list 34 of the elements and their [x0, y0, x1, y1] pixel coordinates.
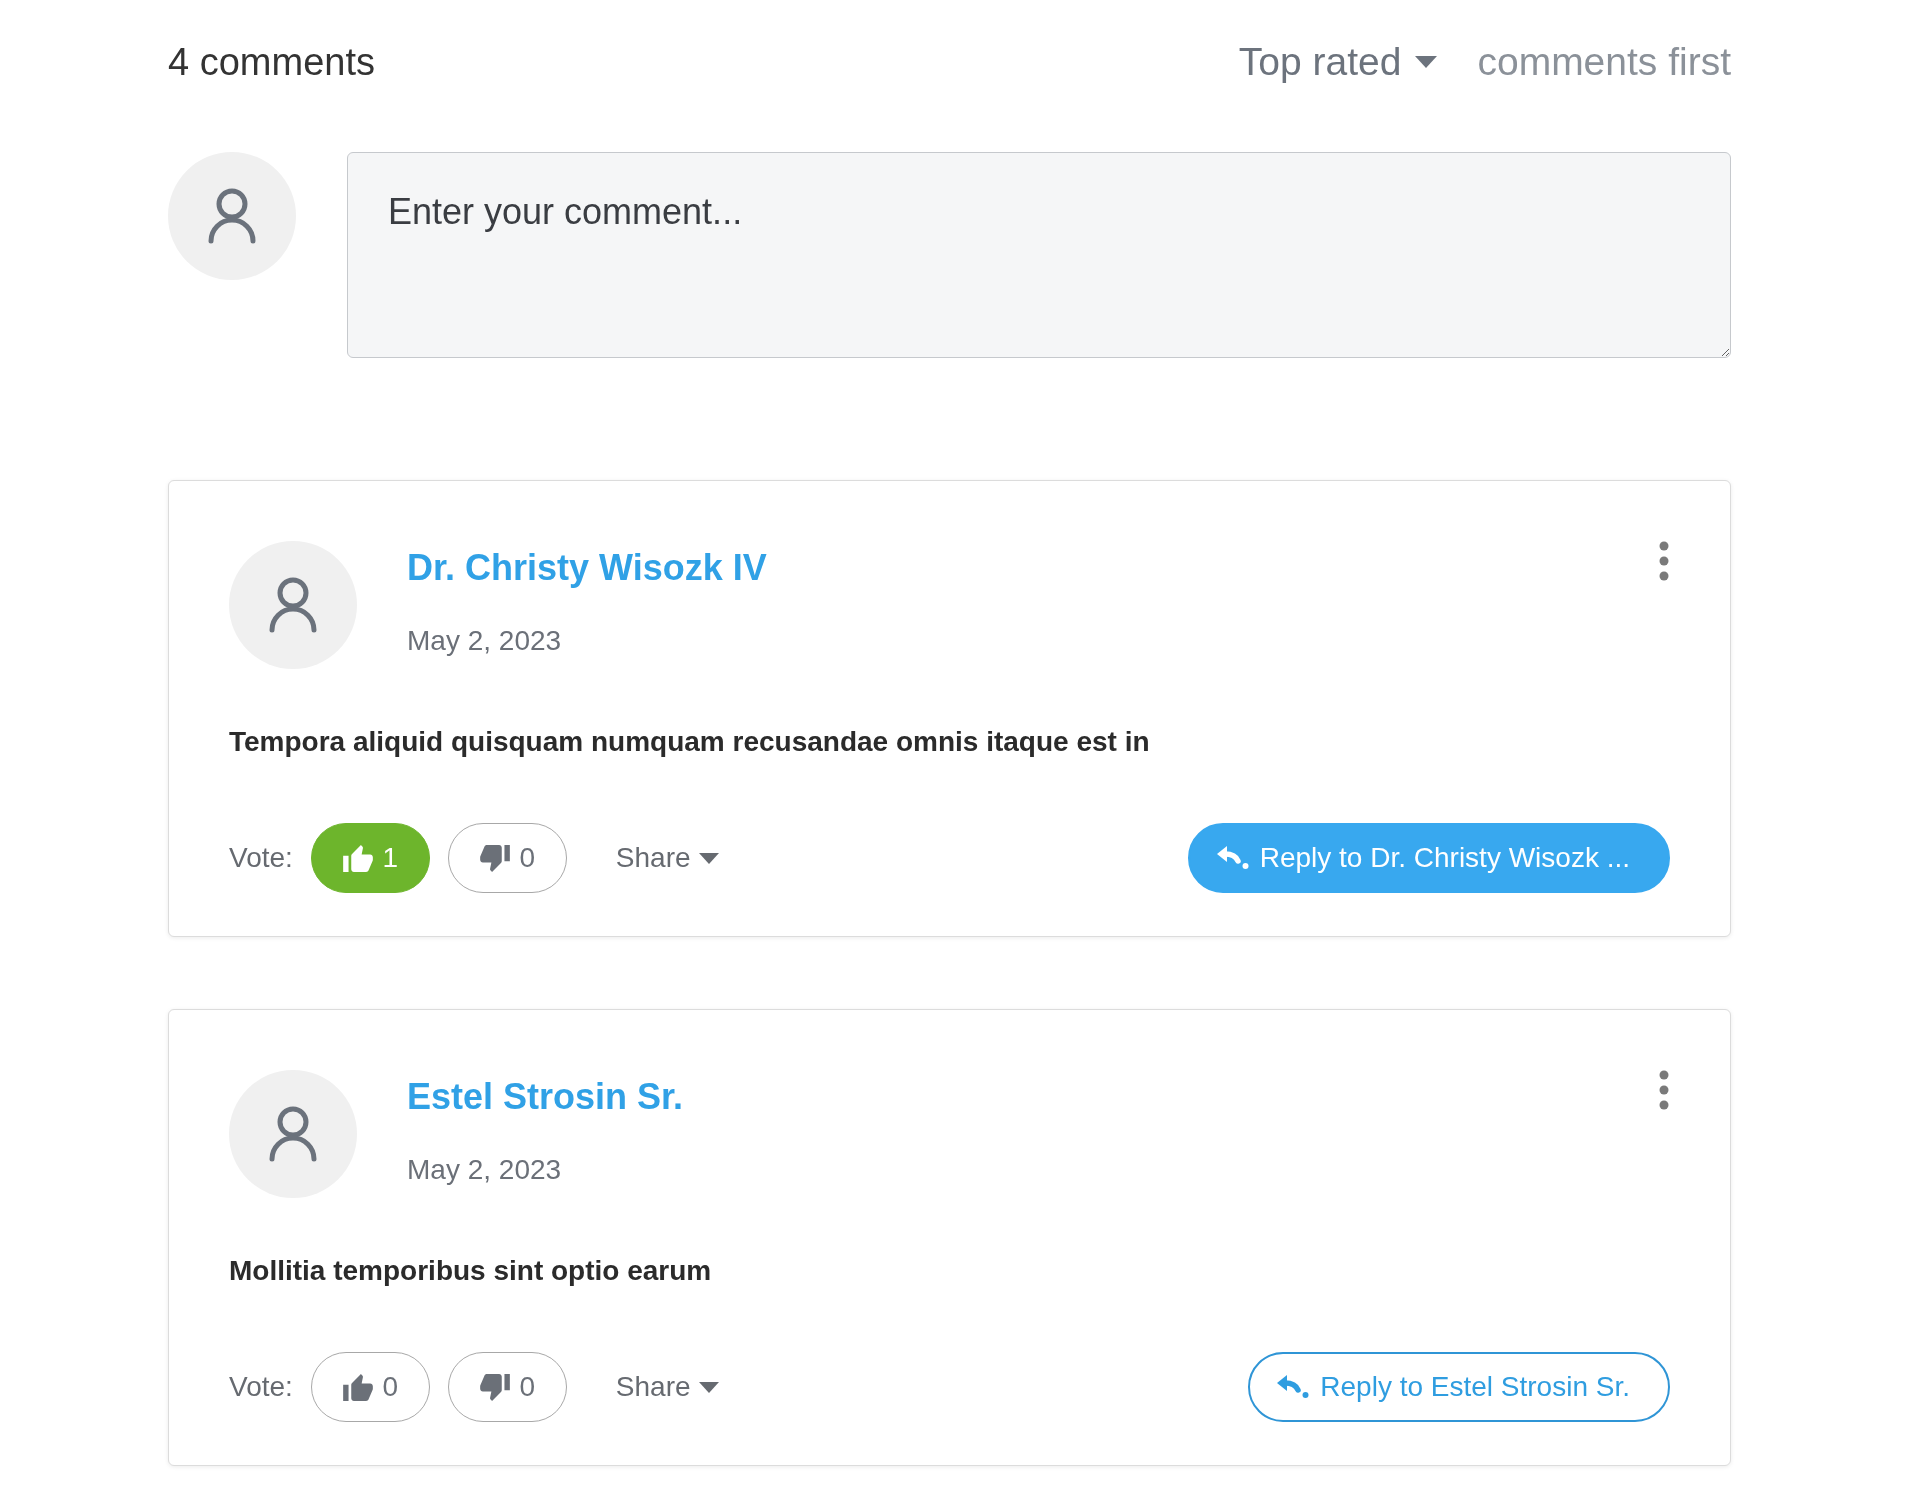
caret-icon [698, 852, 719, 864]
user-avatar-icon [168, 152, 296, 280]
vote-label: Vote: [229, 842, 293, 874]
more-options-icon[interactable] [1658, 541, 1670, 581]
user-avatar-icon [229, 1070, 357, 1198]
caret-icon [1415, 56, 1438, 68]
comment-date: May 2, 2023 [407, 624, 562, 658]
thumbs-down-icon [479, 844, 510, 872]
reply-arrow-icon [1215, 846, 1250, 870]
sort-suffix: comments first [1477, 40, 1731, 84]
caret-icon [698, 1381, 719, 1393]
author-link[interactable]: Estel Strosin Sr. [407, 1075, 684, 1119]
reply-button[interactable]: Reply to Dr. Christy Wisozk ... [1187, 823, 1670, 893]
comment-count: 4 comments [168, 40, 375, 84]
thumbs-down-icon [479, 1373, 510, 1401]
upvote-button[interactable]: 0 [310, 1352, 430, 1422]
comment-date: May 2, 2023 [407, 1153, 562, 1187]
downvote-button[interactable]: 0 [447, 1352, 567, 1422]
thumbs-up-icon [342, 1373, 373, 1401]
comment-text: Tempora aliquid quisquam numquam recusandae omnis itaque est in [229, 725, 1151, 759]
reply-button[interactable]: Reply to Estel Strosin Sr. [1248, 1352, 1670, 1422]
more-options-icon[interactable] [1658, 1070, 1670, 1110]
comment-text: Mollitia temporibus sint optio earum [229, 1254, 713, 1288]
share-dropdown[interactable]: Share [615, 842, 719, 874]
vote-label: Vote: [229, 1371, 293, 1403]
thumbs-up-icon [342, 844, 373, 872]
comment-input-field[interactable]: Enter your comment... [347, 152, 1731, 358]
sort-dropdown[interactable]: Top rated [1238, 40, 1438, 84]
author-link[interactable]: Dr. Christy Wisozk IV [407, 546, 767, 590]
reply-arrow-icon [1276, 1375, 1311, 1399]
downvote-button[interactable]: 0 [447, 823, 567, 893]
user-avatar-icon [229, 541, 357, 669]
share-dropdown[interactable]: Share [615, 1371, 719, 1403]
upvote-button[interactable]: 1 [310, 823, 430, 893]
